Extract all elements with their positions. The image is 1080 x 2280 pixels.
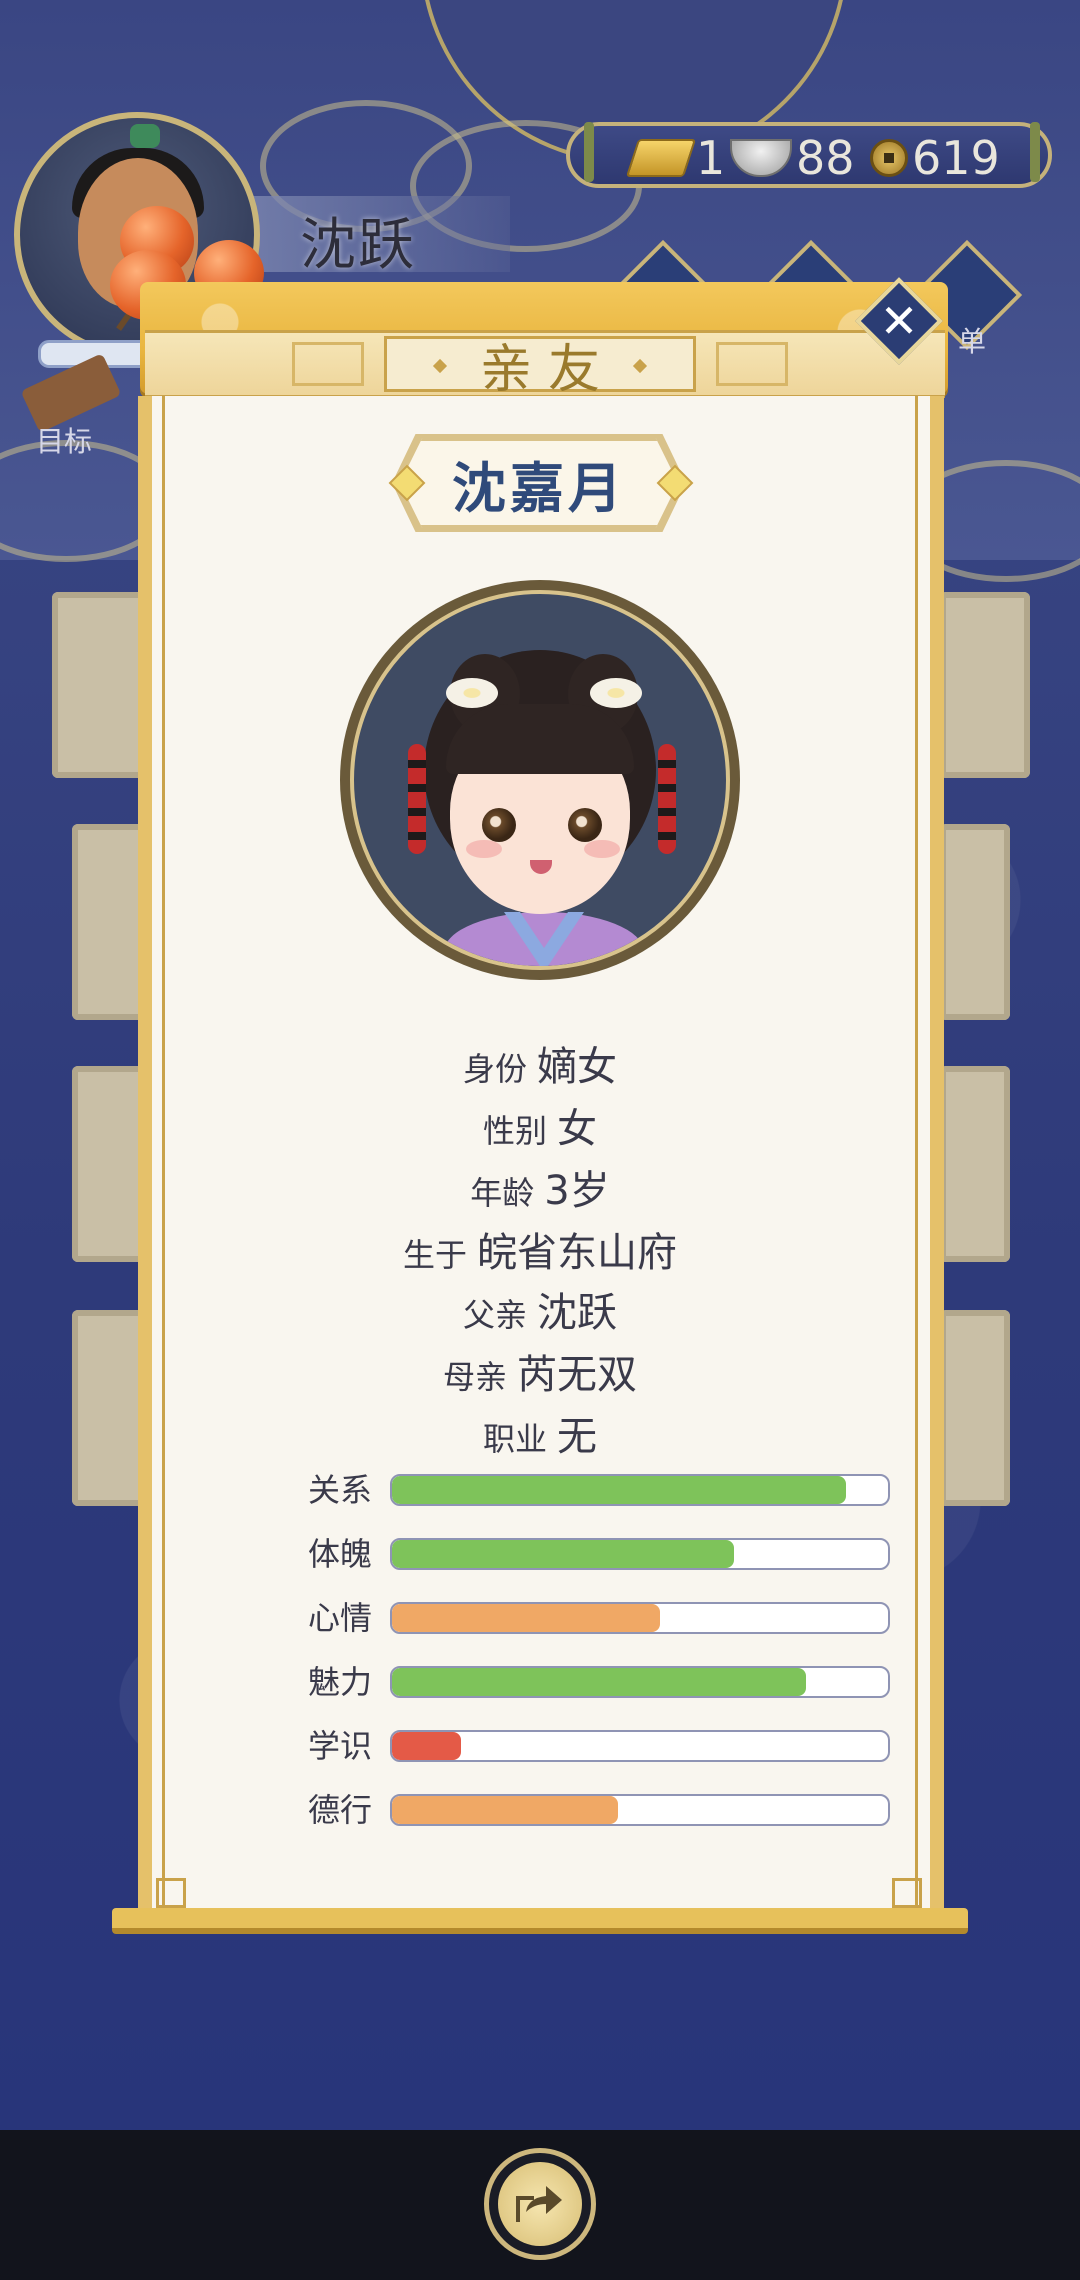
stat-label: 关系 [308,1471,373,1509]
info-row-mother: 母亲 芮无双 [162,1342,918,1400]
stat-row-virtue: 德行 [308,1790,890,1830]
hair-ribbon [408,744,426,854]
player-name: 沈跃 [300,213,416,278]
info-label: 生于 [402,1236,467,1274]
stat-label: 魅力 [308,1663,373,1701]
stat-bar-fill [392,1796,618,1824]
bamboo-decoration-icon [584,122,594,182]
info-label: 年龄 [470,1174,535,1212]
coin-amount: 619 [912,131,1000,185]
stat-label: 体魄 [308,1535,373,1573]
gold-amount: 1 [696,131,726,185]
stat-row-charm: 魅力 [308,1662,890,1702]
close-icon[interactable]: ✕ [870,292,928,350]
stat-row-knowledge: 学识 [308,1726,890,1766]
portrait-eye [568,808,602,842]
info-value: 沈跃 [537,1290,617,1336]
silver-amount: 88 [796,131,855,185]
stat-row-relationship: 关系 [308,1470,890,1510]
info-row-identity: 身份 嫡女 [162,1034,918,1092]
info-row-father: 父亲 沈跃 [162,1280,918,1338]
silver-ingot-icon [730,139,792,177]
stat-bar [390,1602,890,1634]
dialog-scroll-bottom [112,1908,968,1934]
info-value: 3岁 [544,1168,610,1214]
portrait-blush [584,840,620,858]
info-row-gender: 性别女 [162,1096,918,1154]
info-value: 女 [557,1106,597,1152]
corner-ornament [892,1878,922,1908]
portrait-bangs [446,704,634,774]
info-label: 身份 [462,1050,527,1088]
hair-flower-icon [590,678,642,708]
portrait-blush [466,840,502,858]
background-card [940,1066,1010,1262]
bamboo-decoration-icon [1030,122,1040,182]
stat-label: 心情 [308,1599,373,1637]
coin-currency: 619 [870,130,1000,186]
avatar-hat [130,124,160,148]
stat-bar [390,1730,890,1762]
portrait-eye [482,808,516,842]
hair-flower-icon [446,678,498,708]
info-value: 嫡女 [537,1044,617,1090]
goal-label[interactable]: 目标 [36,420,92,460]
menu-label[interactable]: 单 [958,320,986,360]
stat-bar-fill [392,1476,846,1504]
info-value: 芮无双 [517,1352,637,1398]
stat-bar [390,1538,890,1570]
info-value: 皖省东山府 [477,1230,677,1276]
info-label: 职业 [482,1420,547,1458]
stat-row-physique: 体魄 [308,1534,890,1574]
stat-row-mood: 心情 [308,1598,890,1638]
stat-bar-fill [392,1668,807,1696]
silver-currency: 88 [730,130,855,186]
currency-bar: 1 88 619 [566,122,1052,188]
stat-bar [390,1794,890,1826]
info-label: 父亲 [462,1296,527,1334]
corner-ornament [156,1878,186,1908]
info-row-birthplace: 生于 皖省东山府 [162,1220,918,1278]
dialog-title-box: 亲友 [384,336,696,400]
info-label: 母亲 [442,1358,507,1396]
background-card [940,592,1030,778]
character-name-plate: 沈嘉月 [400,438,678,528]
stat-bar-fill [392,1604,660,1632]
info-value: 无 [557,1414,597,1460]
share-arrow-icon [516,2186,562,2222]
stat-bar-fill [392,1540,735,1568]
stat-label: 德行 [308,1791,373,1829]
share-icon[interactable] [498,2162,582,2246]
info-label: 性别 [482,1112,547,1150]
stat-bar [390,1474,890,1506]
header-ornament [716,342,788,386]
title-ornament-dot [632,358,648,374]
character-portrait [350,590,730,970]
info-row-occupation: 职业无 [162,1404,918,1462]
gold-ingot-icon [625,139,697,177]
stat-label: 学识 [308,1727,373,1765]
gold-currency: 1 [625,130,726,186]
stat-bar [390,1666,890,1698]
dialog-title: 亲友 [479,339,616,400]
background-card [940,824,1010,1020]
background-card [940,1310,1010,1506]
header-ornament [292,342,364,386]
info-row-age: 年龄 3岁 [162,1158,918,1216]
copper-coin-icon [870,139,908,177]
character-name: 沈嘉月 [452,456,626,520]
title-ornament-dot [432,358,448,374]
stat-bar-fill [392,1732,462,1760]
hair-ribbon [658,744,676,854]
